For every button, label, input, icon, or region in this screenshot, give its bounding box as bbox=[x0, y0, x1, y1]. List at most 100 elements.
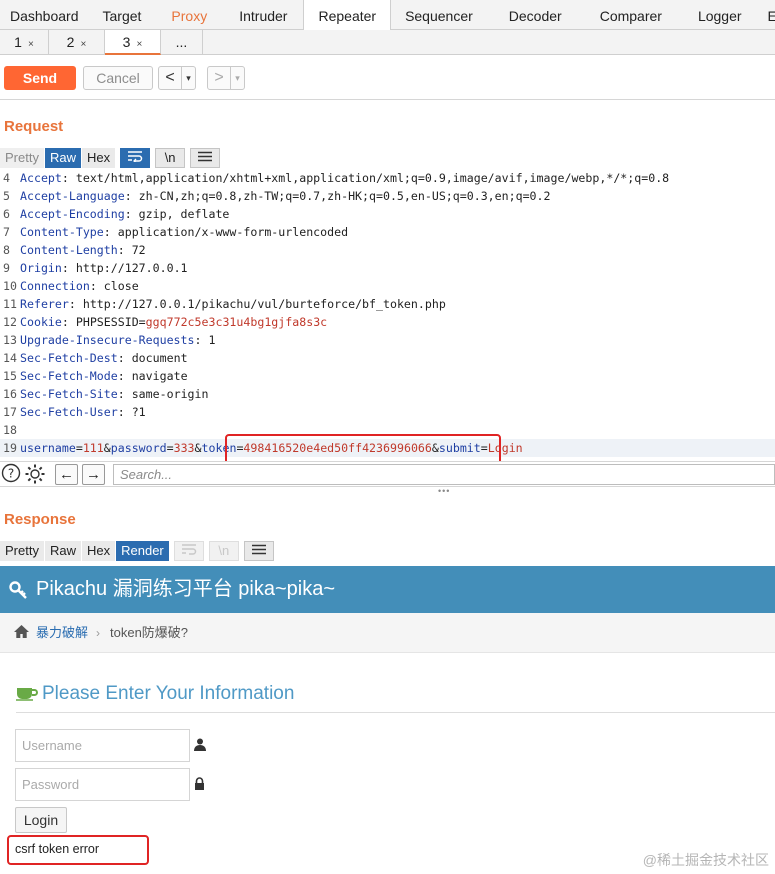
code-line: 16 Sec-Fetch-Site: same-origin bbox=[0, 385, 775, 403]
search-input[interactable]: Search... bbox=[113, 464, 775, 485]
gear-icon[interactable] bbox=[24, 463, 46, 485]
cancel-button[interactable]: Cancel bbox=[83, 66, 153, 90]
header-value: close bbox=[103, 279, 139, 293]
tab-dashboard[interactable]: Dashboard bbox=[0, 0, 89, 30]
line-number: 18 bbox=[3, 423, 17, 437]
response-view-raw[interactable]: Raw bbox=[44, 541, 81, 561]
password-input[interactable]: Password bbox=[15, 768, 190, 801]
header-value: http://127.0.0.1 bbox=[75, 261, 188, 275]
code-line: 8 Content-Length: 72 bbox=[0, 241, 775, 259]
repeater-tab-new[interactable]: ... bbox=[161, 30, 203, 55]
body-token: username bbox=[20, 441, 76, 455]
back-button[interactable]: < ▾ bbox=[158, 66, 196, 90]
code-line: 11 Referer: http://127.0.0.1/pikachu/vul/… bbox=[0, 295, 775, 313]
header-value: same-origin bbox=[131, 387, 209, 401]
top-tab-bar: Dashboard Target Proxy Intruder Repeater… bbox=[0, 0, 775, 31]
line-number: 8 bbox=[3, 243, 10, 257]
repeater-tab-bar: 1 × 2 × 3 × ... bbox=[0, 30, 775, 55]
repeater-tab-label: 1 bbox=[14, 34, 22, 50]
wrap-icon[interactable] bbox=[120, 148, 151, 168]
code-line: 15 Sec-Fetch-Mode: navigate bbox=[0, 367, 775, 385]
help-icon[interactable]: ? bbox=[0, 463, 22, 485]
line-number: 9 bbox=[3, 261, 10, 275]
code-line: 4 Accept: text/html,application/xhtml+xml… bbox=[0, 169, 775, 187]
chevron-down-icon[interactable]: ▾ bbox=[230, 67, 244, 89]
header-name: Connection bbox=[20, 279, 90, 293]
tab-target[interactable]: Target bbox=[89, 0, 156, 30]
chevron-left-icon: < bbox=[165, 69, 175, 86]
response-view-bar: Pretty Raw Hex Render \n bbox=[0, 540, 275, 562]
username-input[interactable]: Username bbox=[15, 729, 190, 762]
tab-decoder[interactable]: Decoder bbox=[487, 0, 584, 30]
line-number: 16 bbox=[3, 387, 17, 401]
response-view-pretty[interactable]: Pretty bbox=[0, 541, 44, 561]
header-name: Referer bbox=[20, 297, 69, 311]
body-token: = bbox=[75, 441, 83, 455]
menu-icon[interactable] bbox=[190, 148, 221, 168]
tab-proxy[interactable]: Proxy bbox=[155, 0, 223, 30]
tab-extender[interactable]: Ex bbox=[762, 0, 775, 30]
send-button[interactable]: Send bbox=[4, 66, 76, 90]
close-icon[interactable]: × bbox=[80, 39, 86, 50]
chevron-down-icon[interactable]: ▾ bbox=[181, 67, 195, 89]
line-number: 15 bbox=[3, 369, 17, 383]
tab-intruder[interactable]: Intruder bbox=[223, 0, 303, 30]
header-value: text/html,application/xhtml+xml,applicat… bbox=[75, 171, 670, 185]
response-view-render[interactable]: Render bbox=[116, 541, 169, 561]
breadcrumb-separator: › bbox=[96, 626, 100, 640]
body-token: = bbox=[166, 441, 174, 455]
header-name: Content-Type bbox=[20, 225, 104, 239]
forward-button[interactable]: > ▾ bbox=[207, 66, 245, 90]
tab-sequencer[interactable]: Sequencer bbox=[391, 0, 487, 30]
repeater-tab-3[interactable]: 3 × bbox=[105, 30, 161, 55]
request-editor[interactable]: 4 Accept: text/html,application/xhtml+xml… bbox=[0, 169, 775, 461]
home-icon[interactable] bbox=[13, 613, 30, 653]
tab-comparer[interactable]: Comparer bbox=[584, 0, 678, 30]
request-title: Request bbox=[4, 118, 64, 135]
line-number: 4 bbox=[3, 171, 10, 185]
code-line: 9 Origin: http://127.0.0.1 bbox=[0, 259, 775, 277]
repeater-tab-2[interactable]: 2 × bbox=[49, 30, 105, 55]
code-line: 6 Accept-Encoding: gzip, deflate bbox=[0, 205, 775, 223]
repeater-tab-1[interactable]: 1 × bbox=[0, 30, 49, 55]
breadcrumb: 暴力破解 › token防爆破? bbox=[0, 613, 775, 653]
code-line: 14 Sec-Fetch-Dest: document bbox=[0, 349, 775, 367]
breadcrumb-current: token防爆破? bbox=[110, 625, 189, 640]
header-name: Accept-Language bbox=[20, 189, 125, 203]
response-view-hex[interactable]: Hex bbox=[81, 541, 116, 561]
repeater-tab-label: 2 bbox=[66, 34, 75, 50]
header-value: navigate bbox=[131, 369, 188, 383]
line-number: 11 bbox=[3, 297, 17, 311]
line-number: 7 bbox=[3, 225, 10, 239]
line-number: 17 bbox=[3, 405, 17, 419]
tab-logger[interactable]: Logger bbox=[678, 0, 762, 30]
breadcrumb-link[interactable]: 暴力破解 bbox=[36, 613, 88, 653]
header-name: Sec-Fetch-User bbox=[20, 405, 118, 419]
header-name: Content-Length bbox=[20, 243, 118, 257]
menu-icon[interactable] bbox=[243, 541, 274, 561]
arrow-right-icon[interactable]: → bbox=[82, 464, 105, 485]
highlight-box-error bbox=[7, 835, 149, 865]
body-token: 111 bbox=[82, 441, 104, 455]
arrow-left-icon[interactable]: ← bbox=[55, 464, 78, 485]
newline-icon: \n bbox=[208, 541, 239, 561]
header-value: http://127.0.0.1/pikachu/vul/burteforce/… bbox=[82, 297, 446, 311]
cookie-value: ggq772c5e3c31u4bg1gjfa8s3c bbox=[145, 315, 328, 329]
body-token: password bbox=[110, 441, 167, 455]
header-name: Accept-Encoding bbox=[20, 207, 125, 221]
tab-repeater[interactable]: Repeater bbox=[303, 0, 392, 31]
request-view-pretty[interactable]: Pretty bbox=[0, 148, 44, 168]
login-button[interactable]: Login bbox=[15, 807, 67, 833]
close-icon[interactable]: × bbox=[136, 39, 142, 50]
newline-icon[interactable]: \n bbox=[155, 148, 186, 168]
line-number: 5 bbox=[3, 189, 10, 203]
line-number: 10 bbox=[3, 279, 17, 293]
close-icon[interactable]: × bbox=[28, 39, 34, 50]
coffee-icon bbox=[16, 685, 38, 706]
line-number: 19 bbox=[3, 441, 17, 455]
header-value: gzip, deflate bbox=[138, 207, 230, 221]
request-view-hex[interactable]: Hex bbox=[81, 148, 116, 168]
splitter-handle[interactable]: ••• bbox=[438, 486, 450, 496]
request-view-raw[interactable]: Raw bbox=[44, 148, 81, 168]
request-view-bar: Pretty Raw Hex \n bbox=[0, 147, 221, 169]
